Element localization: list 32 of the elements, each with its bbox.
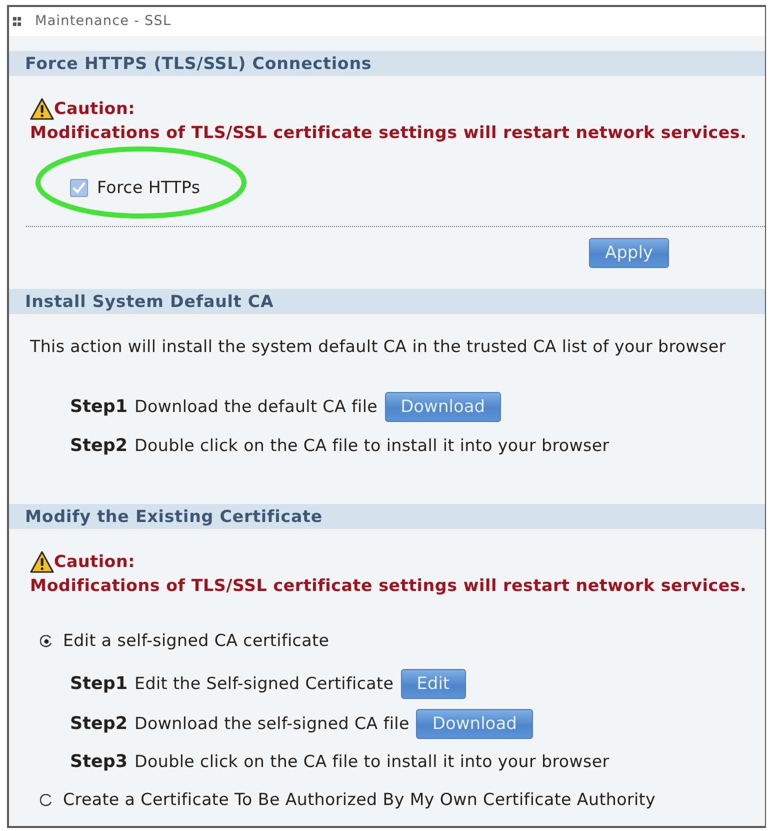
warning-icon	[30, 98, 54, 120]
step-text: Double click on the CA file to install it into your browser	[134, 750, 610, 773]
action-button[interactable]: Download	[416, 709, 533, 740]
step-label: Step1	[70, 673, 128, 696]
caution-label: Caution:	[54, 98, 136, 120]
caution-message: Modifications of TLS/SSL certificate settings will restart network services.	[30, 575, 748, 598]
checkbox[interactable]	[70, 179, 88, 197]
section-header: Install System Default CA	[9, 289, 765, 314]
window-title: Maintenance - SSL	[35, 12, 172, 32]
caution-message: Modifications of TLS/SSL certificate settings will restart network services.	[30, 122, 748, 144]
step-label: Step1	[70, 396, 128, 419]
step-label: Step2	[70, 713, 128, 736]
warning-icon	[30, 551, 54, 574]
action-button[interactable]: Edit	[400, 669, 466, 700]
section-header: Modify the Existing Certificate	[9, 504, 765, 530]
radio-label: Edit a self-signed CA certificate	[63, 630, 330, 652]
action-button[interactable]: Download	[384, 392, 502, 422]
radio-button[interactable]	[40, 794, 53, 807]
step-text: Download the self-signed CA file	[134, 712, 410, 735]
radio-button[interactable]	[40, 634, 53, 648]
section-header: Force HTTPS (TLS/SSL) Connections	[9, 51, 765, 76]
grid-icon	[13, 17, 21, 26]
caution-label: Caution:	[54, 550, 136, 573]
step-label: Step3	[70, 751, 128, 774]
checkbox-label: Force HTTPs	[97, 176, 200, 199]
step-label: Step2	[70, 435, 128, 458]
step-text: Edit the Self-signed Certificate	[134, 672, 394, 695]
description-text: This action will install the system default CA in the trusted CA list of your browser	[30, 336, 727, 358]
step-text: Double click on the CA file to install it into your browser	[134, 434, 610, 457]
radio-label: Create a Certificate To Be Authorized By My Own Certificate Authority	[63, 789, 656, 812]
step-text: Download the default CA file	[134, 396, 378, 418]
action-button[interactable]: Apply	[589, 238, 669, 268]
